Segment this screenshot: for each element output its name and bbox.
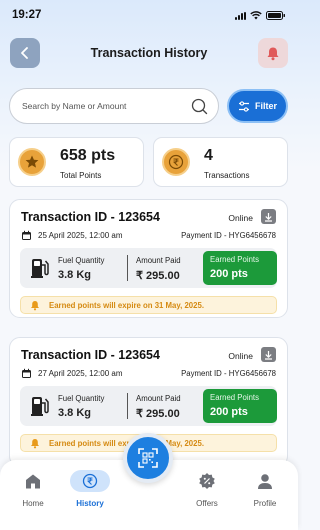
expiry-text: Earned points will expire on 31 May, 202…	[49, 301, 204, 310]
fuel-pump-icon	[31, 397, 49, 416]
payment-mode: Online	[228, 351, 253, 361]
header: Transaction History	[0, 38, 298, 68]
rupee-icon	[162, 148, 190, 176]
sliders-icon	[238, 100, 249, 112]
expiry-notice: Earned points will expire on 31 May, 202…	[20, 296, 277, 314]
earned-points-value: 200 pts	[210, 268, 248, 280]
fuel-quantity-label: Fuel Quantity	[58, 394, 105, 403]
nav-item-offers[interactable]: Offers	[182, 470, 232, 508]
transactions-count-value: 4	[204, 147, 213, 164]
transaction-details: Fuel Quantity 3.8 Kg Amount Paid ₹ 295.0…	[20, 248, 277, 288]
signal-icon	[235, 11, 246, 20]
divider	[127, 255, 128, 281]
calendar-icon	[22, 230, 31, 240]
transactions-count-card: 4 Transactions	[153, 137, 288, 187]
bell-icon	[31, 439, 39, 449]
fuel-quantity-value: 3.8 Kg	[58, 269, 92, 281]
fuel-pump-icon	[31, 259, 49, 278]
status-time: 19:27	[12, 9, 42, 21]
status-bar: 19:27	[0, 0, 298, 30]
bell-icon	[267, 47, 279, 60]
nav-label: Home	[22, 499, 44, 508]
profile-icon	[258, 473, 272, 489]
download-icon[interactable]	[261, 209, 276, 224]
total-points-card: 658 pts Total Points	[9, 137, 144, 187]
payment-id: Payment ID - HYG6456678	[181, 231, 276, 240]
nav-item-history[interactable]: History	[65, 470, 115, 508]
total-points-value: 658 pts	[60, 147, 116, 164]
nav-label: History	[76, 499, 104, 508]
bell-icon	[31, 301, 39, 311]
qr-scan-icon	[138, 448, 158, 468]
star-icon	[18, 148, 46, 176]
amount-paid-value: ₹ 295.00	[136, 270, 180, 282]
transaction-card[interactable]: Transaction ID - 123654 Online 25 April …	[9, 199, 288, 318]
scan-qr-button[interactable]	[123, 433, 173, 483]
transaction-title: Transaction ID - 123654	[21, 348, 160, 362]
battery-icon	[266, 11, 285, 20]
transaction-date: 27 April 2025, 12:00 am	[38, 369, 123, 378]
earned-points-label: Earned Points	[210, 255, 259, 264]
fuel-quantity-label: Fuel Quantity	[58, 256, 105, 265]
home-icon	[26, 474, 40, 488]
status-icons	[235, 11, 286, 20]
total-points-label: Total Points	[60, 171, 102, 180]
transaction-date: 25 April 2025, 12:00 am	[38, 231, 123, 240]
wifi-icon	[250, 11, 262, 20]
filter-button[interactable]: Filter	[227, 89, 288, 123]
filter-label: Filter	[254, 101, 277, 111]
offers-icon	[199, 473, 215, 489]
rupee-history-icon	[82, 473, 98, 489]
nav-item-home[interactable]: Home	[8, 470, 58, 508]
transaction-details: Fuel Quantity 3.8 Kg Amount Paid ₹ 295.0…	[20, 386, 277, 426]
payment-mode: Online	[228, 213, 253, 223]
transactions-count-label: Transactions	[204, 171, 250, 180]
search-icon[interactable]	[191, 98, 208, 115]
active-indicator	[70, 470, 110, 492]
payment-id: Payment ID - HYG6456678	[181, 369, 276, 378]
fuel-quantity-value: 3.8 Kg	[58, 407, 92, 419]
earned-points-value: 200 pts	[210, 406, 248, 418]
calendar-icon	[22, 368, 31, 378]
notification-button[interactable]	[258, 38, 288, 68]
search-placeholder: Search by Name or Amount	[22, 101, 127, 111]
nav-item-profile[interactable]: Profile	[240, 470, 290, 508]
transaction-title: Transaction ID - 123654	[21, 210, 160, 224]
nav-label: Profile	[253, 499, 277, 508]
amount-paid-value: ₹ 295.00	[136, 408, 180, 420]
divider	[127, 393, 128, 419]
amount-paid-label: Amount Paid	[136, 394, 181, 403]
earned-points-badge: Earned Points 200 pts	[203, 251, 277, 285]
page-title: Transaction History	[90, 46, 208, 60]
earned-points-label: Earned Points	[210, 393, 259, 402]
search-input[interactable]: Search by Name or Amount	[9, 88, 219, 124]
download-icon[interactable]	[261, 347, 276, 362]
nav-label: Offers	[196, 499, 218, 508]
amount-paid-label: Amount Paid	[136, 256, 181, 265]
earned-points-badge: Earned Points 200 pts	[203, 389, 277, 423]
